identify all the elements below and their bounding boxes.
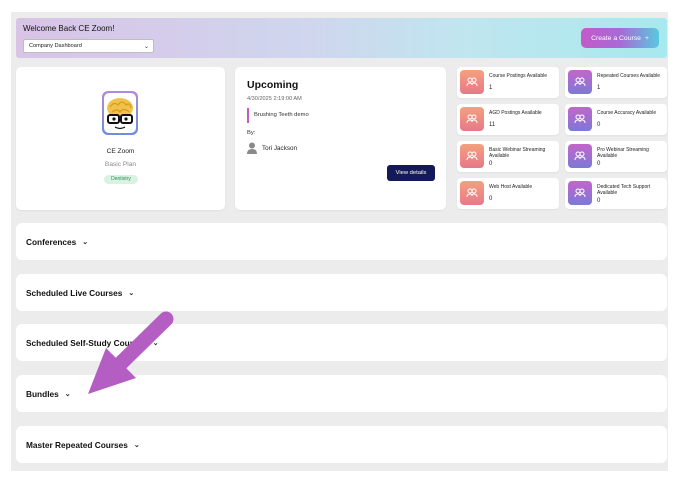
section-title: Bundles [26,389,59,399]
dashboard-select[interactable]: Company Dashboard ⌄ [23,39,154,53]
stat-value: 0 [597,122,601,128]
users-icon [568,70,592,94]
stat-value: 1 [597,85,601,91]
chevron-down-icon[interactable]: ⌄ [128,289,134,297]
users-icon [460,144,484,168]
users-icon [460,181,484,205]
chevron-down-icon[interactable]: ⌄ [82,238,88,246]
create-course-label: Create a Course [591,34,641,42]
stat-card-basic-webinar: Basic Webinar Streaming Available 0 [457,141,559,172]
stat-label: AGD Postings Available [489,110,542,116]
section-title: Conferences [26,237,77,247]
stat-label: Course Accuracy Available [597,110,657,116]
upcoming-datetime: 4/30/2025 2:19:00 AM [247,96,302,102]
stat-label: Course Postings Available [489,73,547,79]
upcoming-event-name: Brushing Teeth demo [247,108,309,123]
profile-name: CE Zoom [106,148,135,155]
section-title: Scheduled Live Courses [26,288,123,298]
user-avatar-icon [247,142,257,154]
section-conferences[interactable]: Conferences ⌄ [16,223,667,260]
welcome-banner: Welcome Back CE Zoom! Company Dashboard … [16,18,667,58]
stat-label: Repeated Courses Available [597,73,661,79]
stat-value: 0 [489,161,493,167]
chevron-down-icon[interactable]: ⌄ [65,390,71,398]
profile-plan: Basic Plan [104,161,137,168]
upcoming-host: Tori Jackson [247,142,297,154]
stat-label: Basic Webinar Streaming Available [489,147,546,159]
upcoming-title: Upcoming [247,79,299,91]
dashboard-select-value: Company Dashboard [29,43,82,49]
brain-logo-icon [102,91,138,135]
view-details-button[interactable]: View details [387,165,435,181]
stat-card-tech-support: Dedicated Tech Support Available 0 [565,178,667,209]
stat-label: Dedicated Tech Support Available [597,184,651,196]
stat-card-course-postings: Course Postings Available 1 [457,67,559,98]
users-icon [568,144,592,168]
upcoming-by-label: By: [247,130,256,136]
stat-card-pro-webinar: Pro Webinar Streaming Available 0 [565,141,667,172]
section-title: Master Repeated Courses [26,440,128,450]
chevron-down-icon: ⌄ [143,44,149,50]
specialty-badge: Dentistry [104,175,138,184]
section-scheduled-live-courses[interactable]: Scheduled Live Courses ⌄ [16,274,667,311]
users-icon [460,107,484,131]
upcoming-host-name: Tori Jackson [262,144,297,152]
stat-value: 0 [489,196,493,202]
users-icon [568,181,592,205]
welcome-text: Welcome Back CE Zoom! [23,24,115,33]
stat-card-course-accuracy: Course Accuracy Available 0 [565,104,667,135]
users-icon [460,70,484,94]
users-icon [568,107,592,131]
create-course-button[interactable]: Create a Course + [581,28,659,48]
stat-value: 11 [489,122,496,128]
stat-card-agd-postings: AGD Postings Available 11 [457,104,559,135]
section-master-repeated-courses[interactable]: Master Repeated Courses ⌄ [16,426,667,463]
stat-card-repeated-courses: Repeated Courses Available 1 [565,67,667,98]
stat-value: 1 [489,85,493,91]
annotation-arrow-icon [88,311,174,394]
stat-value: 0 [597,198,601,204]
stat-label: Web Host Available [489,184,533,190]
profile-card: CE Zoom Basic Plan Dentistry [16,67,225,210]
stat-value: 0 [597,161,601,167]
stat-label: Pro Webinar Streaming Available [597,147,649,159]
stat-card-web-host: Web Host Available 0 [457,178,559,209]
upcoming-card: Upcoming 4/30/2025 2:19:00 AM Brushing T… [235,67,446,210]
plus-icon: + [644,34,649,42]
chevron-down-icon[interactable]: ⌄ [134,441,140,449]
